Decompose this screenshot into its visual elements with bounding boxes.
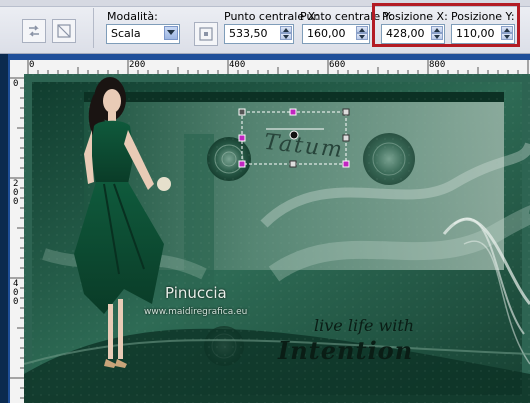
stepper-up-icon[interactable]: [431, 26, 443, 33]
center-y-stepper[interactable]: [356, 26, 368, 40]
artwork: [24, 74, 530, 403]
image-canvas[interactable]: Tatum Pinuccia www.maidiregrafica.eu liv…: [24, 74, 530, 403]
ruler-v-label: 4 0 0: [13, 279, 19, 307]
stepper-down-icon[interactable]: [280, 33, 292, 40]
tagline-text: live life with: [314, 316, 415, 335]
chevron-down-icon[interactable]: [164, 26, 178, 40]
stepper-up-icon[interactable]: [356, 26, 368, 33]
center-x-field[interactable]: 533,50: [224, 24, 294, 44]
center-y-value: 160,00: [307, 27, 346, 40]
tool-options-bar: Modalità: Scala Punto centrale X: 533,50…: [0, 0, 530, 54]
flip-arrows-icon: [29, 25, 39, 37]
ruler-v-label: 2 0 0: [13, 179, 19, 207]
position-y-label: Posizione Y:: [451, 10, 515, 23]
image-window: 0 200 400 600 800 0 2 0 0 4 0 0 Tatum Pi…: [8, 54, 530, 403]
ruler-h-label: 800: [429, 60, 446, 70]
stepper-down-icon[interactable]: [501, 33, 513, 40]
watermark-name: Pinuccia: [165, 284, 227, 302]
title-text: Intention: [278, 336, 414, 365]
ruler-h-label: 200: [129, 60, 146, 70]
toolbar-separator: [93, 8, 94, 48]
position-x-stepper[interactable]: [431, 26, 443, 40]
horizontal-ruler[interactable]: 0 200 400 600 800: [24, 60, 530, 75]
position-y-value: 110,00: [456, 27, 495, 40]
center-x-stepper[interactable]: [280, 26, 292, 40]
ruler-ticks: [10, 77, 24, 399]
flip-button[interactable]: [22, 19, 46, 43]
desktop-left-strip: [0, 54, 8, 403]
ruler-corner: [10, 60, 24, 74]
vertical-ruler[interactable]: 0 2 0 0 4 0 0: [10, 74, 25, 403]
ruler-h-label: 0: [29, 60, 35, 70]
stepper-up-icon[interactable]: [501, 26, 513, 33]
position-y-field[interactable]: 110,00: [451, 24, 515, 44]
deform-reset-button[interactable]: [52, 19, 76, 43]
center-point-button[interactable]: [194, 22, 218, 46]
stepper-down-icon[interactable]: [431, 33, 443, 40]
ruler-ticks: [27, 60, 529, 74]
position-x-label: Posizione X:: [382, 10, 448, 23]
mode-select-value: Scala: [111, 27, 141, 40]
position-y-stepper[interactable]: [501, 26, 513, 40]
ruler-h-label: 600: [329, 60, 346, 70]
center-x-value: 533,50: [229, 27, 268, 40]
position-x-field[interactable]: 428,00: [381, 24, 445, 44]
stepper-up-icon[interactable]: [280, 26, 292, 33]
ruler-h-label: 400: [229, 60, 246, 70]
mode-label: Modalità:: [107, 10, 158, 23]
position-x-value: 428,00: [386, 27, 425, 40]
watermark-site: www.maidiregrafica.eu: [144, 307, 248, 317]
center-y-field[interactable]: 160,00: [302, 24, 370, 44]
stepper-down-icon[interactable]: [356, 33, 368, 40]
mode-select[interactable]: Scala: [106, 24, 180, 44]
ruler-v-label: 0: [13, 79, 19, 89]
center-target-icon: [199, 27, 213, 41]
deform-box-icon: [57, 24, 71, 38]
